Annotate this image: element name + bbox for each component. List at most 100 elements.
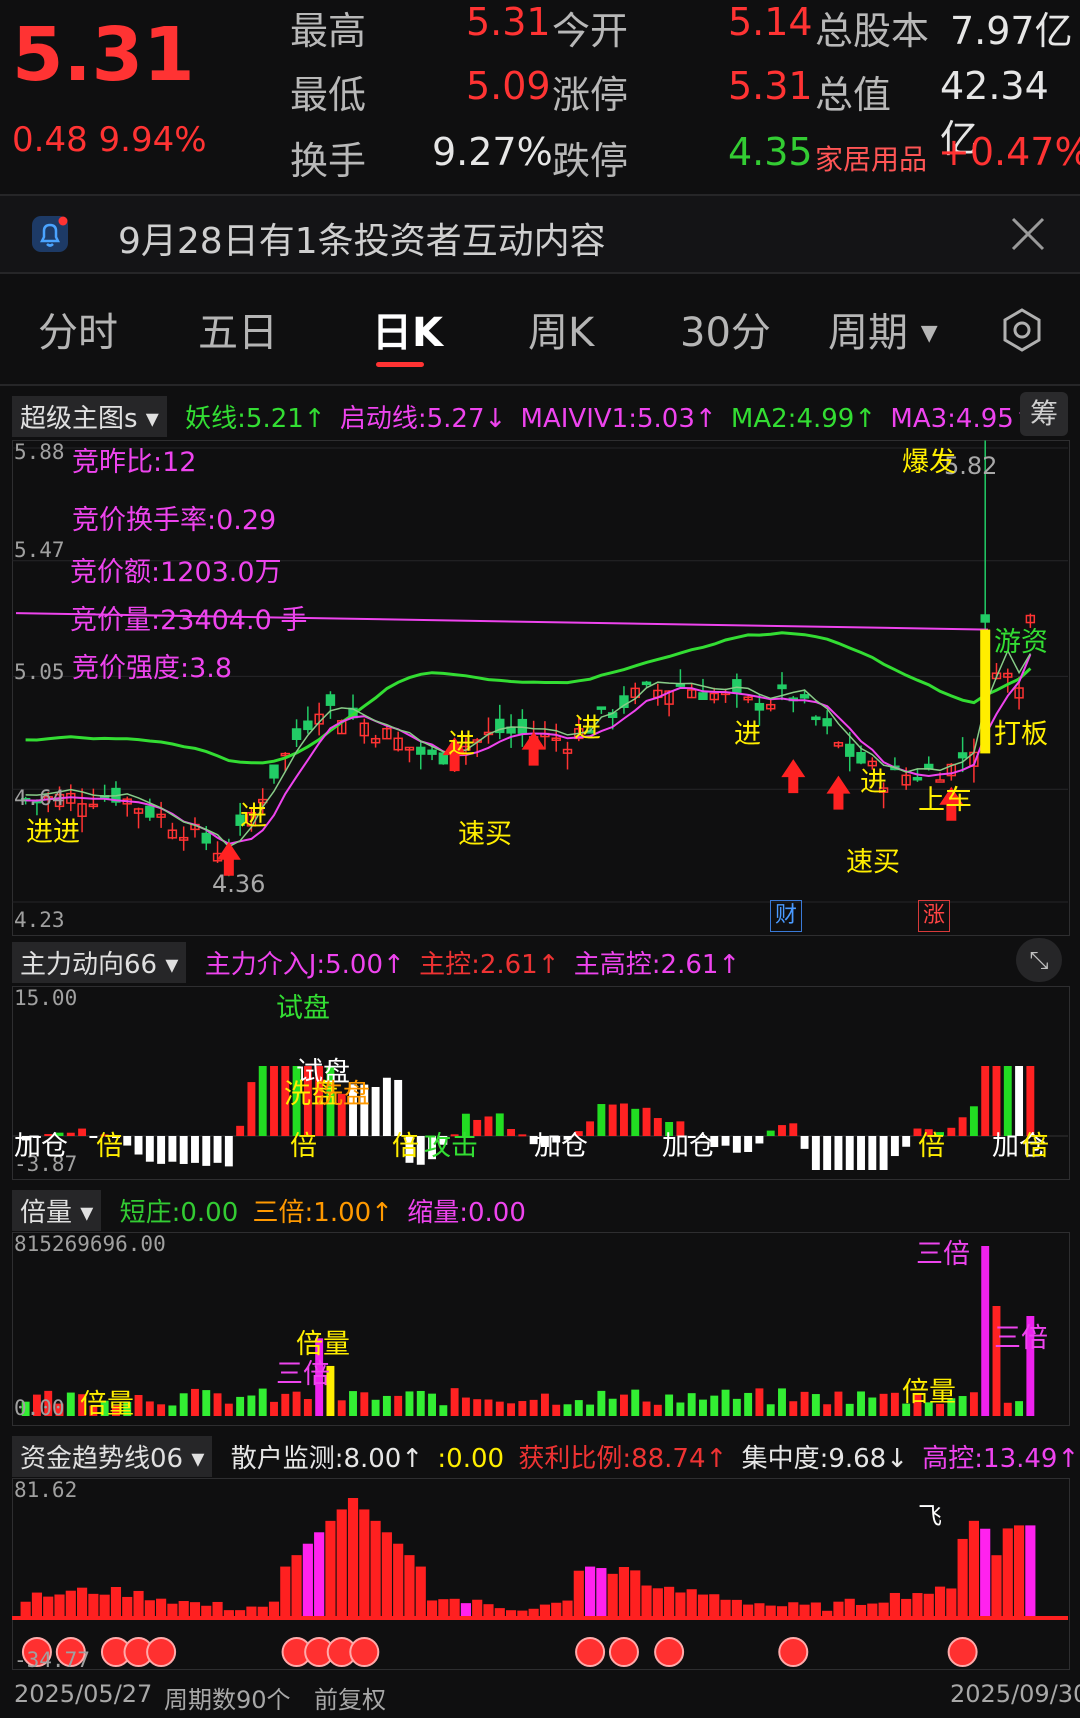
volume-bar xyxy=(868,1397,877,1416)
volume-bar xyxy=(461,1397,470,1416)
chip-distribution-button[interactable]: 筹 xyxy=(1020,392,1068,436)
fund-bar xyxy=(189,1602,201,1618)
volume-bar xyxy=(608,1398,617,1416)
chevron-down-icon: ▼ xyxy=(920,321,938,346)
volume-bar xyxy=(236,1396,245,1416)
fund-bar xyxy=(370,1520,381,1618)
fund-indicator-dropdown[interactable]: 资金趋势线06 ▾ xyxy=(12,1436,213,1477)
notice-bar[interactable]: 9月28日有1条投资者互动内容 xyxy=(0,196,1080,272)
main-indicator-dropdown[interactable]: 超级主图s ▾ xyxy=(12,396,167,437)
force-bar xyxy=(202,1136,211,1166)
auction-strength: 竞价强度:3.8 xyxy=(72,653,233,684)
fund-bar xyxy=(901,1598,912,1618)
volume-bar xyxy=(845,1403,854,1416)
main-indicator-row: 超级主图s ▾ 妖线:5.21↑ 启动线:5.27↓ MAIVIV1:5.03↑… xyxy=(12,396,1036,437)
signal-coin-icon xyxy=(146,1637,177,1667)
tab-weekly-k[interactable]: 周K xyxy=(528,300,594,358)
tab-30min[interactable]: 30分 xyxy=(680,300,771,358)
volume-bar xyxy=(879,1393,888,1416)
volume-bar xyxy=(958,1396,967,1416)
settings-gear-icon[interactable] xyxy=(998,306,1046,354)
fund-bar xyxy=(178,1601,189,1618)
force-indicator-row: 主力动向66 ▾ 主力介入J:5.00↑ 主控:2.61↑ 主高控:2.61↑ xyxy=(12,942,740,983)
adjust-mode[interactable]: 前复权 xyxy=(314,1680,386,1715)
signal-coin-icon xyxy=(778,1637,809,1667)
force-bar xyxy=(969,1106,978,1136)
force-bar xyxy=(597,1104,606,1136)
tab-daily-k[interactable]: 日K xyxy=(372,300,443,358)
signal-label: 进 xyxy=(734,719,761,750)
tab-period[interactable]: 周期 ▼ xyxy=(828,300,938,358)
force-bar xyxy=(902,1136,911,1147)
force-label: 加仓 xyxy=(14,1131,68,1162)
volume-bar xyxy=(653,1404,662,1416)
volume-bar xyxy=(665,1394,674,1416)
fund-bar xyxy=(347,1498,359,1618)
force-label: 倍 xyxy=(392,1131,419,1162)
candle-body xyxy=(325,694,336,706)
candle-body xyxy=(416,746,426,755)
volume-bar xyxy=(270,1401,278,1416)
finance-badge[interactable]: 财 xyxy=(770,900,802,932)
force-label: 倍 xyxy=(290,1131,317,1162)
fund-bar xyxy=(99,1594,110,1618)
fund-bar xyxy=(65,1590,76,1618)
force-bar xyxy=(224,1136,233,1167)
volume-bar xyxy=(247,1395,256,1416)
candle-body xyxy=(822,718,832,727)
force-bar xyxy=(958,1117,967,1136)
volume-indicator-name: 倍量 xyxy=(20,1198,73,1228)
fund-bar xyxy=(336,1509,347,1618)
force-bar xyxy=(518,1134,527,1137)
volume-bar xyxy=(540,1393,549,1416)
fund-bar xyxy=(912,1593,923,1618)
force-legend-0: 主力介入J:5.00↑ xyxy=(204,950,405,980)
force-bar xyxy=(270,1066,278,1136)
fund-baseline xyxy=(12,1616,1068,1620)
force-bar xyxy=(744,1136,753,1152)
force-label: 加仓 xyxy=(662,1131,716,1162)
fund-bar xyxy=(844,1598,855,1618)
volume-bar xyxy=(744,1392,753,1416)
fund-bar xyxy=(675,1592,686,1618)
volume-bar xyxy=(416,1390,425,1416)
force-bar xyxy=(800,1136,809,1149)
fund-bar xyxy=(133,1590,144,1618)
volume-y-tick-1: 0.00 xyxy=(14,1396,65,1420)
turnover-label: 换手 xyxy=(290,139,367,183)
fund-bar xyxy=(991,1555,1002,1618)
force-y-tick-0: 15.00 xyxy=(14,986,78,1010)
force-bar xyxy=(834,1136,843,1170)
fund-bar xyxy=(302,1543,313,1618)
volume-bar xyxy=(778,1388,786,1416)
volume-bar xyxy=(620,1394,628,1416)
start-date: 2025/05/27 xyxy=(14,1680,153,1708)
fund-legend-3: 集中度:9.68↓ xyxy=(741,1444,908,1474)
force-indicator-dropdown[interactable]: 主力动向66 ▾ xyxy=(12,942,187,983)
tab-five-day[interactable]: 五日 xyxy=(198,300,278,358)
force-label: 倍 xyxy=(918,1131,945,1162)
close-icon[interactable] xyxy=(1010,216,1046,252)
limit-up-value: 5.31 xyxy=(728,64,813,108)
candle-body xyxy=(980,614,990,623)
expand-icon[interactable]: ⤡ xyxy=(1016,938,1062,982)
volume-indicator-row: 倍量 ▾ 短庄:0.00 三倍:1.00↑ 缩量:0.00 xyxy=(12,1190,526,1231)
force-bar xyxy=(78,1128,87,1136)
volume-bar xyxy=(360,1392,369,1416)
fund-bar xyxy=(88,1593,99,1618)
force-bar xyxy=(134,1136,143,1155)
force-bar xyxy=(145,1136,154,1162)
volume-bar xyxy=(642,1401,651,1416)
sector-name[interactable]: 家居用品 xyxy=(815,138,927,178)
tab-intraday[interactable]: 分时 xyxy=(38,300,118,358)
fund-bar xyxy=(664,1586,675,1618)
fund-bar xyxy=(539,1604,551,1618)
volume-bar xyxy=(710,1395,719,1416)
candle-body xyxy=(269,764,279,779)
fund-bar xyxy=(573,1570,584,1618)
limit-up-badge[interactable]: 涨 xyxy=(918,900,950,932)
volume-indicator-dropdown[interactable]: 倍量 ▾ xyxy=(12,1190,102,1231)
force-bar xyxy=(811,1136,820,1170)
volume-bar xyxy=(382,1395,391,1416)
volume-bar xyxy=(371,1399,380,1416)
